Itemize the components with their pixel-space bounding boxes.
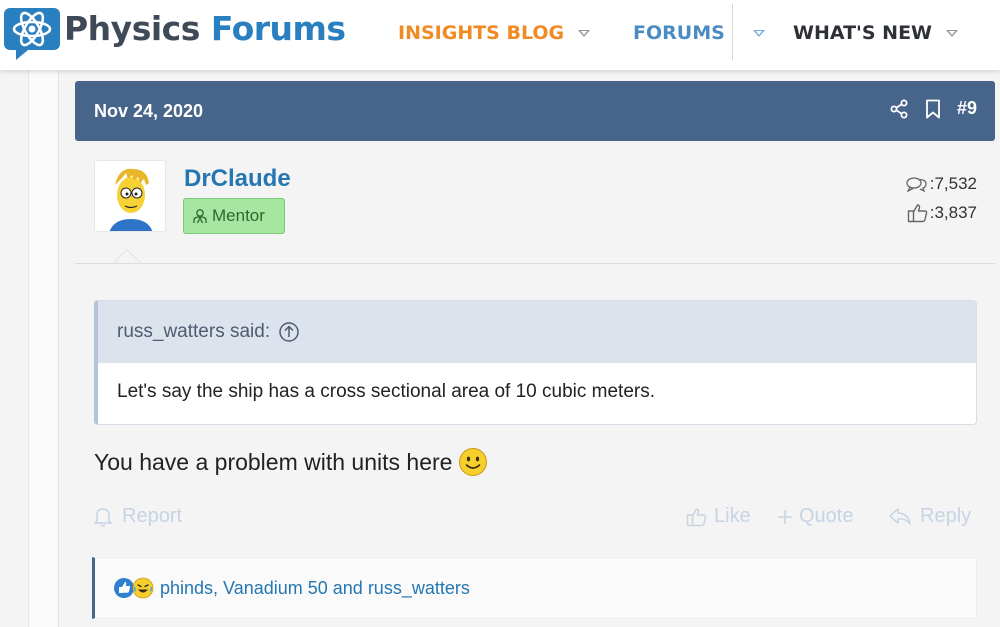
mentor-badge: Mentor xyxy=(183,198,285,234)
laugh-reaction-icon xyxy=(132,577,154,599)
post-body-text: You have a problem with units here xyxy=(94,448,453,475)
site-logo[interactable]: Physics Forums xyxy=(2,2,346,62)
messages-stat: :7,532 xyxy=(905,169,977,198)
chat-bubbles-icon xyxy=(906,176,927,192)
chevron-down-icon[interactable] xyxy=(946,29,959,37)
reply-button[interactable]: Reply xyxy=(888,505,971,528)
quote-block: russ_watters said: Let's say the ship ha… xyxy=(94,300,977,425)
reactions-count: :3,837 xyxy=(929,203,977,222)
quote-label: Quote xyxy=(799,505,854,527)
like-button[interactable]: Like xyxy=(686,505,751,528)
messages-count: :7,532 xyxy=(929,174,977,193)
role-label: Mentor xyxy=(212,206,265,225)
chevron-down-icon[interactable] xyxy=(752,29,765,37)
left-rail xyxy=(28,70,59,627)
report-button[interactable]: Report xyxy=(94,505,182,528)
reply-arrow-icon xyxy=(889,507,911,525)
post-header: Nov 24, 2020 #9 xyxy=(75,81,995,141)
avatar[interactable] xyxy=(94,160,166,232)
atom-logo-icon xyxy=(4,8,60,60)
nav-forums-label: FORUMS xyxy=(633,22,725,44)
reaction-icons xyxy=(113,577,154,599)
divider-pointer xyxy=(113,249,141,263)
thumbs-up-icon xyxy=(686,507,707,526)
author-name[interactable]: DrClaude xyxy=(184,165,291,193)
share-icon[interactable] xyxy=(889,99,909,119)
quote-button[interactable]: Quote xyxy=(777,505,853,528)
post-tools: #9 xyxy=(889,98,977,119)
like-label: Like xyxy=(714,505,751,527)
post-divider xyxy=(75,263,995,264)
report-label: Report xyxy=(122,505,183,527)
reply-label: Reply xyxy=(920,505,972,527)
author-stats: :7,532 :3,837 xyxy=(905,169,977,227)
plus-icon xyxy=(778,509,792,524)
site-name-forums: Forums xyxy=(210,8,346,48)
bookmark-icon[interactable] xyxy=(925,99,941,119)
quote-text: Let's say the ship has a cross sectional… xyxy=(117,381,656,402)
reactions-users[interactable]: phinds, Vanadium 50 and russ_watters xyxy=(160,578,470,599)
bell-icon xyxy=(94,507,112,527)
chevron-down-icon[interactable] xyxy=(578,29,591,37)
quote-header[interactable]: russ_watters said: xyxy=(98,301,976,363)
thumbs-up-icon xyxy=(907,203,928,222)
nav-insights-blog[interactable]: INSIGHTS BLOG xyxy=(398,0,591,66)
avatar-image xyxy=(95,161,165,231)
site-name-physics: Physics xyxy=(64,8,200,48)
nav-whats-new-label: WHAT'S NEW xyxy=(793,22,933,44)
reactions-stat: :3,837 xyxy=(905,198,977,227)
quote-attribution: russ_watters said: xyxy=(117,321,271,342)
nav-divider xyxy=(732,4,733,60)
nav-insights-label: INSIGHTS BLOG xyxy=(398,22,565,44)
nav-forums[interactable]: FORUMS xyxy=(633,0,765,66)
mentor-icon xyxy=(193,209,207,224)
site-name: Physics Forums xyxy=(64,9,346,48)
post-date[interactable]: Nov 24, 2020 xyxy=(94,101,203,122)
post-number[interactable]: #9 xyxy=(957,98,977,119)
nav-whats-new[interactable]: WHAT'S NEW xyxy=(793,0,959,66)
post-body: You have a problem with units here xyxy=(94,447,488,477)
reactions-bar[interactable]: phinds, Vanadium 50 and russ_watters xyxy=(92,557,977,619)
arrow-up-circle-icon[interactable] xyxy=(278,321,300,343)
smiley-emoji-icon xyxy=(459,448,488,476)
site-header: Physics Forums INSIGHTS BLOG FORUMS WHAT… xyxy=(0,0,1000,70)
